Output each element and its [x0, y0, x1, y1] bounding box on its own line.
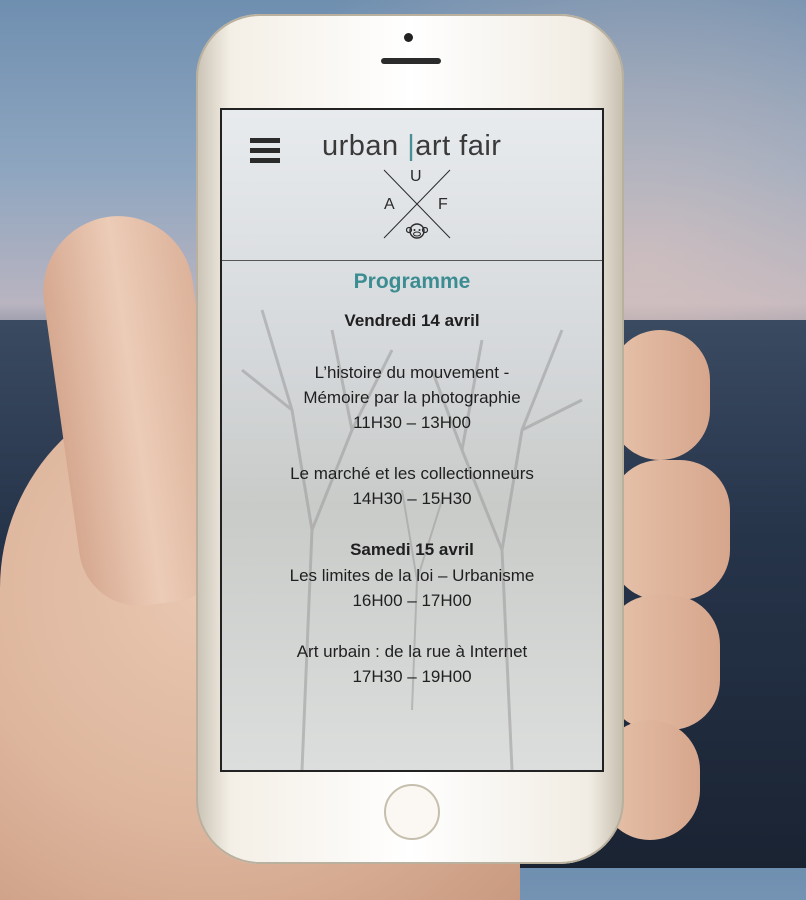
logo-letter-a: A [384, 196, 395, 213]
brand-part2: art fair [415, 130, 502, 162]
logo: U A F [380, 168, 454, 242]
logo-letter-f: F [438, 196, 448, 213]
programme-title: Programme [353, 270, 471, 293]
event-time: 16H00 – 17H00 [352, 591, 472, 610]
event-title-line: L’histoire du mouvement - [314, 363, 510, 382]
event-title-line: Les limites de la loi – Urbanisme [289, 566, 535, 585]
header: urban |art fair U A F [222, 110, 602, 260]
event-time: 14H30 – 15H30 [352, 489, 472, 508]
phone-screen: urban |art fair U A F Programme Vendredi… [220, 108, 604, 772]
home-button[interactable] [384, 784, 440, 840]
event-time: 17H30 – 19H00 [352, 667, 472, 686]
event-time: 11H30 – 13H00 [353, 413, 471, 432]
event-title-line: Mémoire par la photographie [303, 388, 521, 407]
programme-section: Programme Vendredi 14 avril L’histoire d… [222, 268, 602, 689]
speaker-icon [381, 58, 441, 64]
event-title-line: Le marché et les collectionneurs [290, 464, 534, 483]
finger [610, 330, 710, 460]
day-label-friday: Vendredi 14 avril [344, 311, 480, 330]
logo-letter-u: U [410, 168, 422, 185]
header-divider [222, 260, 602, 261]
brand-title: urban |art fair [322, 130, 532, 163]
brand-part1: urban [322, 130, 408, 162]
monkey-head-icon [406, 223, 428, 239]
camera-icon [404, 33, 413, 42]
hamburger-menu-icon[interactable] [250, 138, 280, 164]
phone: urban |art fair U A F Programme Vendredi… [196, 14, 624, 864]
finger [610, 460, 730, 600]
event-title-line: Art urbain : de la rue à Internet [296, 642, 528, 661]
day-label-saturday: Samedi 15 avril [350, 540, 474, 559]
